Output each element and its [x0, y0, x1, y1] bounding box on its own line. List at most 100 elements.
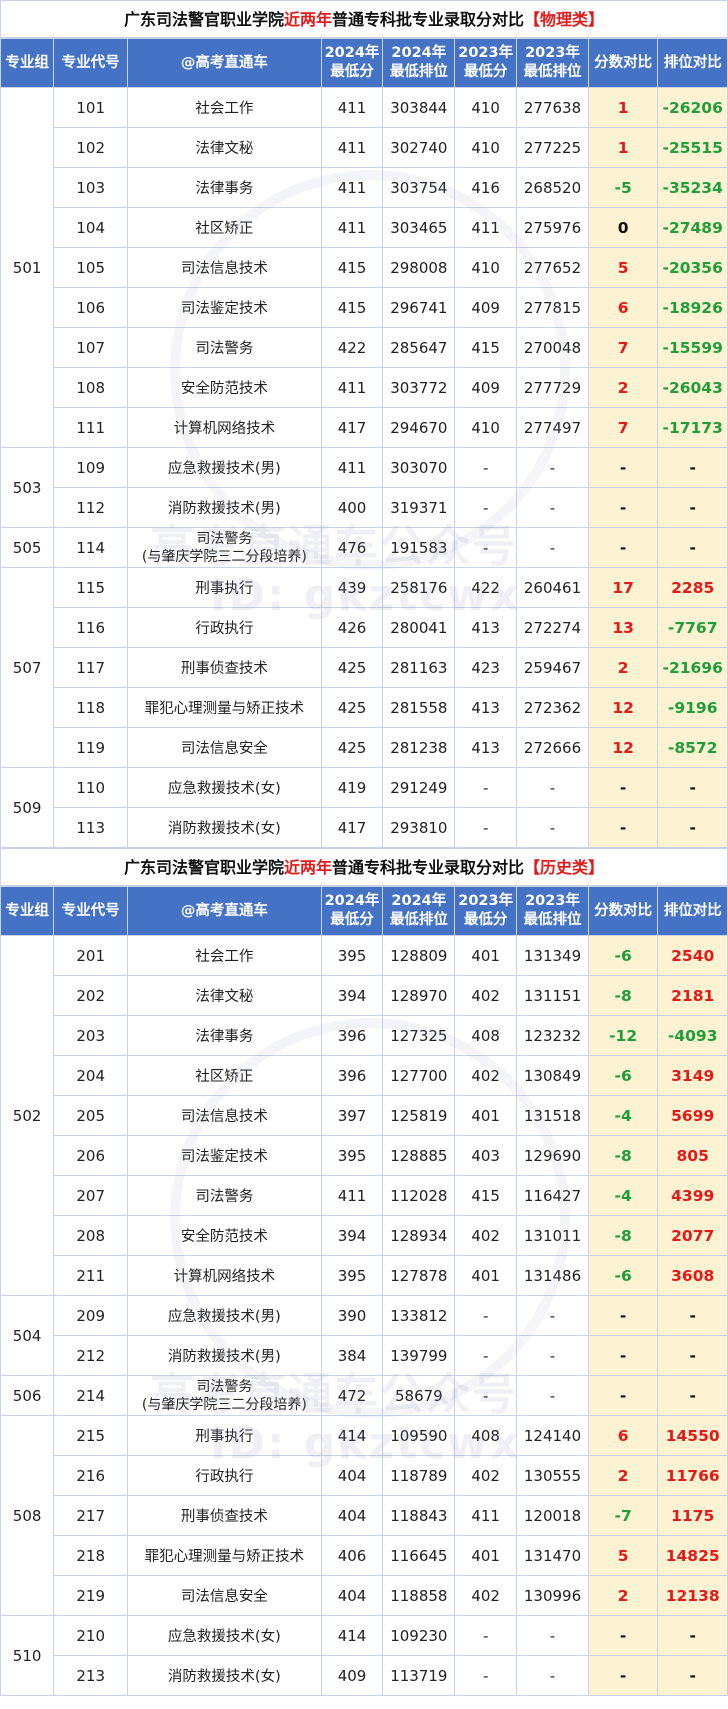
table-row: 507 115 刑事执行 439 258176 422 260461 17 2285 [0, 567, 728, 768]
score-2024: 419 [320, 767, 384, 808]
table-row: 502 201 社会工作 395 128809 401 131349 -6 2540 [0, 935, 728, 1296]
rank-2024: 58679 [382, 1375, 456, 1416]
table-row: 508 215 刑事执行 414 109590 408 124140 6 14550 [0, 1415, 728, 1616]
title-highlight: 近两年 [283, 858, 332, 877]
rank-2023: 129690 [516, 1135, 589, 1176]
title-main: 普通专科批专业录取分对比 [332, 10, 525, 29]
major-name: 社会工作 [127, 935, 322, 976]
rank-2024: 294670 [382, 407, 456, 448]
score-diff: -6 [587, 1255, 659, 1296]
rank-diff: -4093 [657, 1015, 728, 1056]
rank-2024: 125819 [382, 1095, 456, 1136]
major-code: 110 [53, 767, 129, 808]
rank-diff: 1175 [657, 1495, 728, 1536]
rank-2023: 277652 [516, 247, 589, 288]
table-row: 105 司法信息技术 415 298008 410 277652 5 -20356 [1, 247, 728, 288]
rank-diff: 2181 [657, 975, 728, 1016]
rank-2023: 130555 [516, 1455, 589, 1496]
score-2024: 417 [320, 407, 384, 448]
score-diff: 0 [587, 207, 659, 248]
score-diff: 12 [587, 727, 659, 768]
score-diff: - [587, 487, 659, 528]
rank-diff: 12138 [657, 1575, 728, 1616]
table-row: 217 刑事侦查技术 404 118843 411 120018 -7 1175 [1, 1495, 728, 1536]
rank-2024: 281238 [382, 727, 456, 768]
score-2024: 425 [320, 727, 384, 768]
rank-2024: 128809 [382, 935, 456, 976]
rank-2024: 293810 [382, 807, 456, 848]
title-main: 普通专科批专业录取分对比 [332, 858, 525, 877]
score-diff: 17 [587, 567, 659, 608]
score-diff: - [587, 807, 659, 848]
table-row: 203 法律事务 396 127325 408 123232 -12 -4093 [1, 1015, 728, 1056]
score-diff: -6 [587, 935, 659, 976]
rank-2024: 118789 [382, 1455, 456, 1496]
rank-2023: - [516, 1295, 589, 1336]
score-diff: -7 [587, 1495, 659, 1536]
rank-2023: 131486 [516, 1255, 589, 1296]
score-2023: - [454, 487, 518, 528]
title-category-tag: 【物理类】 [524, 10, 605, 29]
column-header: 专业组 [0, 38, 55, 88]
major-code: 204 [53, 1055, 129, 1096]
score-comparison-sheet: 广东司法警官职业学院近两年普通专科批专业录取分对比【物理类】 专业组 专业代号 @高考… [0, 0, 728, 1696]
score-2023: 409 [454, 287, 518, 328]
major-name: 安全防范技术 [127, 1215, 322, 1256]
table-row: 509 110 应急救援技术(女) 419 291249- - - - [0, 767, 728, 848]
rank-2023: 131349 [516, 935, 589, 976]
major-code: 212 [53, 1335, 129, 1376]
major-code: 102 [53, 127, 129, 168]
table-row: 212 消防救援技术(男) 384 139799- - - - [1, 1335, 728, 1376]
table-row: 510 210 应急救援技术(女) 414 109230- - - - [0, 1615, 728, 1696]
rank-2024: 109590 [382, 1415, 456, 1456]
rank-2023: 272666 [516, 727, 589, 768]
header-row: 专业组 专业代号 @高考直通车 2024年 最低分 2024年 最低排位 2023年 最低分 20… [0, 886, 728, 936]
major-name: 消防救援技术(女) [127, 807, 322, 848]
score-2023: 401 [454, 1255, 518, 1296]
score-2023: - [454, 1295, 518, 1336]
score-2023: 415 [454, 1175, 518, 1216]
score-diff: -8 [587, 1215, 659, 1256]
major-name: 应急救援技术(男) [127, 1295, 322, 1336]
rank-2023: 131151 [516, 975, 589, 1016]
major-name: 刑事执行 [127, 1415, 322, 1456]
major-code: 119 [53, 727, 129, 768]
rank-2024: 291249 [382, 767, 456, 808]
major-name: 司法信息技术 [127, 1095, 322, 1136]
score-diff: 7 [587, 407, 659, 448]
rank-diff: -18926 [657, 287, 728, 328]
score-2024: 411 [320, 367, 384, 408]
table-row: 207 司法警务 411 112028 415 116427 -4 4399 [1, 1175, 728, 1216]
major-name: 法律事务 [127, 1015, 322, 1056]
rank-2023: 116427 [516, 1175, 589, 1216]
major-name: 司法警务 (与肇庆学院三二分段培养) [127, 527, 322, 568]
rank-2024: 113719 [382, 1655, 456, 1696]
score-2024: 395 [320, 1135, 384, 1176]
rank-2023: 131470 [516, 1535, 589, 1576]
table-row: 202 法律文秘 394 128970 402 131151 -8 2181 [1, 975, 728, 1016]
score-2024: 411 [320, 447, 384, 488]
score-2023: 401 [454, 935, 518, 976]
rank-diff: 2540 [657, 935, 728, 976]
rank-diff: - [657, 1295, 728, 1336]
rank-diff: -9196 [657, 687, 728, 728]
rank-2024: 302740 [382, 127, 456, 168]
score-2023: 410 [454, 247, 518, 288]
major-code: 201 [53, 935, 129, 976]
rank-diff: -26206 [657, 87, 728, 128]
rank-2023: 277729 [516, 367, 589, 408]
group-code: 504 [0, 1295, 55, 1376]
rank-2024: 128934 [382, 1215, 456, 1256]
major-name: 应急救援技术(女) [127, 767, 322, 808]
major-code: 118 [53, 687, 129, 728]
column-header: 2023年 最低分 [454, 38, 518, 88]
major-name: 罪犯心理测量与矫正技术 [127, 1535, 322, 1576]
score-2023: 410 [454, 87, 518, 128]
score-diff: -8 [587, 1135, 659, 1176]
rank-2024: 109230 [382, 1615, 456, 1656]
major-name: 消防救援技术(男) [127, 487, 322, 528]
rank-2024: 128885 [382, 1135, 456, 1176]
table-row: 119 司法信息安全 425 281238 413 272666 12 -8572 [1, 727, 728, 768]
table-row: 117 刑事侦查技术 425 281163 423 259467 2 -21696 [1, 647, 728, 688]
title-category-tag: 【历史类】 [524, 858, 605, 877]
